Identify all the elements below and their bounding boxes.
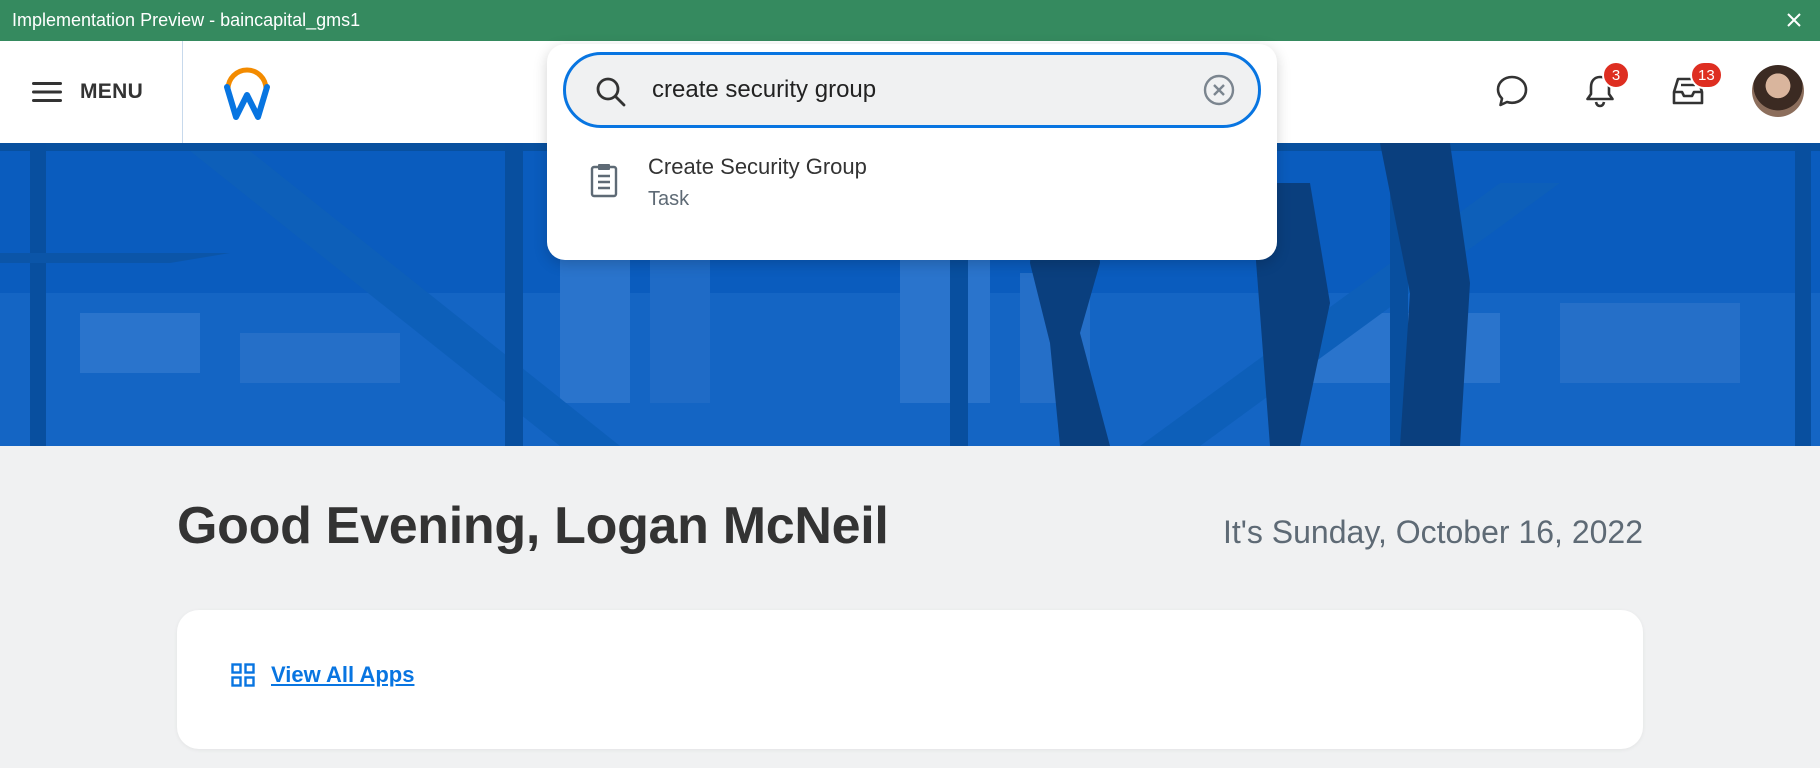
search-input[interactable]: [650, 69, 1170, 111]
apps-card: View All Apps: [177, 610, 1643, 749]
greeting-heading: Good Evening, Logan McNeil: [177, 497, 889, 555]
view-all-apps-label: View All Apps: [271, 662, 415, 687]
hamburger-icon: [32, 82, 62, 102]
notifications-badge: 3: [1602, 61, 1630, 89]
search-result-item[interactable]: Create Security Group Task: [563, 144, 1261, 230]
workday-logo[interactable]: [222, 63, 272, 123]
clear-search-icon[interactable]: [1202, 73, 1236, 107]
chat-button[interactable]: [1492, 71, 1532, 111]
task-clipboard-icon: [590, 164, 618, 198]
menu-label: MENU: [80, 80, 144, 103]
notifications-button[interactable]: 3: [1580, 61, 1630, 111]
search-result-category: Task: [648, 188, 690, 210]
user-avatar[interactable]: [1752, 65, 1804, 117]
search-icon: [596, 77, 626, 107]
apps-grid-icon: [231, 663, 255, 687]
close-preview-button[interactable]: [1782, 8, 1806, 32]
menu-button[interactable]: MENU: [0, 41, 183, 143]
header-actions: 3 13: [1420, 41, 1820, 143]
inbox-button[interactable]: 13: [1668, 61, 1723, 111]
inbox-badge: 13: [1690, 61, 1723, 89]
search-result-title: Create Security Group: [648, 154, 867, 179]
search-box[interactable]: [563, 52, 1261, 128]
view-all-apps-link[interactable]: View All Apps: [231, 662, 414, 688]
search-dropdown: Create Security Group Task: [547, 44, 1277, 260]
implementation-preview-bar: Implementation Preview - baincapital_gms…: [0, 0, 1820, 41]
chat-icon: [1496, 75, 1528, 107]
current-date: It's Sunday, October 16, 2022: [1223, 514, 1643, 550]
preview-title: Implementation Preview - baincapital_gms…: [12, 10, 361, 30]
close-icon: [1787, 13, 1801, 27]
